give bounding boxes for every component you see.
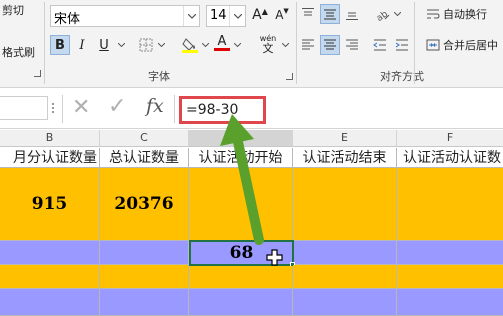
annotation-arrow-icon	[220, 114, 264, 245]
